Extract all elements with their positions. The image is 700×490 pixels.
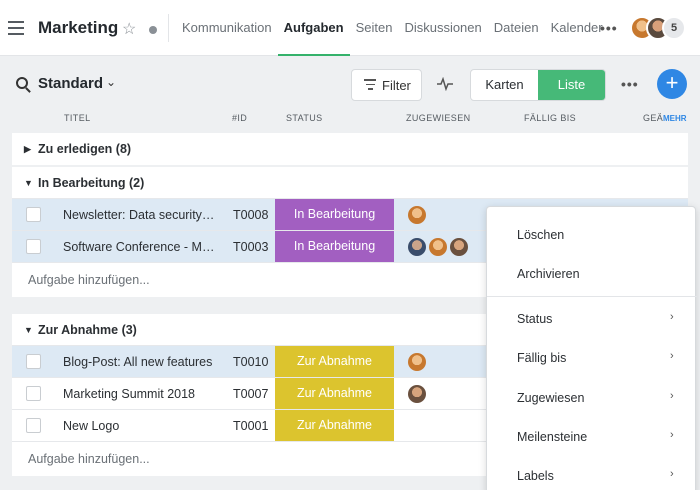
task-id: T0008	[233, 208, 269, 222]
chevron-right-icon: ›	[670, 468, 674, 480]
chevron-right-icon: ›	[670, 350, 674, 362]
column-header-faellig[interactable]: FÄLLIG BIS	[524, 113, 576, 123]
task-title[interactable]: Newsletter: Data security…	[63, 208, 218, 222]
task-title[interactable]: New Logo	[63, 419, 218, 433]
row-checkbox[interactable]	[26, 207, 41, 222]
status-badge[interactable]: In Bearbeitung	[275, 199, 394, 230]
member-count-badge: 5	[662, 16, 686, 40]
row-checkbox[interactable]	[26, 239, 41, 254]
divider	[168, 14, 169, 42]
menu-item-zugewiesen[interactable]: Zugewiesen	[517, 391, 584, 405]
expanded-triangle-icon: ▼	[24, 178, 33, 188]
menu-divider	[487, 296, 697, 297]
filter-label: Filter	[382, 78, 411, 93]
chevron-right-icon: ›	[670, 311, 674, 323]
group-header[interactable]: ▶ Zu erledigen (8)	[12, 133, 688, 165]
more-columns-link[interactable]: MEHR	[663, 114, 687, 123]
more-options-icon[interactable]: •••	[621, 76, 639, 92]
status-dot-icon	[149, 26, 157, 34]
tab-diskussionen[interactable]: Diskussionen	[398, 0, 487, 56]
avatar	[429, 238, 447, 256]
task-id: T0001	[233, 419, 269, 433]
filter-icon	[364, 79, 376, 93]
menu-item-archivieren[interactable]: Archivieren	[517, 267, 580, 281]
task-title[interactable]: Software Conference - M…	[63, 240, 218, 254]
group-label: Zu erledigen (8)	[38, 142, 132, 156]
tab-aufgaben[interactable]: Aufgaben	[277, 0, 350, 56]
view-mode-liste[interactable]: Liste	[538, 70, 605, 100]
menu-item-loeschen[interactable]: Löschen	[517, 228, 564, 242]
add-task-button[interactable]: +	[657, 69, 687, 99]
row-checkbox[interactable]	[26, 386, 41, 401]
context-menu: Löschen Archivieren Status › Fällig bis …	[486, 206, 697, 490]
task-title[interactable]: Marketing Summit 2018	[63, 387, 218, 401]
hamburger-menu-icon[interactable]	[8, 21, 24, 35]
chevron-down-icon[interactable]: ⌄	[106, 75, 116, 89]
avatar	[408, 238, 426, 256]
avatar	[450, 238, 468, 256]
tab-seiten[interactable]: Seiten	[350, 0, 399, 56]
more-tabs-icon[interactable]: •••	[600, 20, 618, 36]
view-mode-switch: Karten Liste	[470, 69, 606, 101]
tab-dateien[interactable]: Dateien	[488, 0, 545, 56]
search-icon[interactable]	[16, 77, 28, 89]
row-checkbox[interactable]	[26, 354, 41, 369]
status-badge[interactable]: Zur Abnahme	[275, 378, 394, 409]
filter-button[interactable]: Filter	[351, 69, 422, 101]
avatar	[408, 353, 426, 371]
group-label: Zur Abnahme (3)	[38, 323, 137, 337]
expanded-triangle-icon: ▼	[24, 325, 33, 335]
menu-item-status[interactable]: Status	[517, 312, 552, 326]
column-header-status[interactable]: STATUS	[286, 113, 323, 123]
column-header-zugewiesen[interactable]: ZUGEWIESEN	[406, 113, 471, 123]
chevron-right-icon: ›	[670, 390, 674, 402]
task-id: T0010	[233, 355, 269, 369]
group-zu-erledigen: ▶ Zu erledigen (8)	[12, 133, 688, 165]
menu-item-meilensteine[interactable]: Meilensteine	[517, 430, 587, 444]
view-mode-karten[interactable]: Karten	[471, 70, 538, 100]
status-badge[interactable]: Zur Abnahme	[275, 346, 394, 377]
project-tabs: Kommunikation Aufgaben Seiten Diskussion…	[176, 0, 609, 56]
menu-item-labels[interactable]: Labels	[517, 469, 554, 483]
status-badge[interactable]: Zur Abnahme	[275, 410, 394, 441]
row-checkbox[interactable]	[26, 418, 41, 433]
chevron-right-icon: ›	[670, 429, 674, 441]
member-avatars[interactable]: 5	[630, 16, 686, 40]
column-header-gea[interactable]: GEÄ	[643, 113, 663, 123]
group-header[interactable]: ▼ In Bearbeitung (2)	[12, 167, 688, 199]
tab-kommunikation[interactable]: Kommunikation	[176, 0, 278, 56]
collapsed-triangle-icon: ▶	[24, 144, 31, 154]
activity-icon[interactable]	[437, 77, 453, 91]
task-id: T0003	[233, 240, 269, 254]
task-title[interactable]: Blog-Post: All new features	[63, 355, 218, 369]
column-header-id[interactable]: #ID	[232, 113, 247, 123]
avatar	[408, 206, 426, 224]
avatar	[408, 385, 426, 403]
top-bar: Marketing ☆ Kommunikation Aufgaben Seite…	[0, 0, 700, 56]
toolbar: Standard ⌄ Filter Karten Liste ••• +	[0, 56, 700, 112]
project-title: Marketing	[38, 18, 119, 37]
task-id: T0007	[233, 387, 269, 401]
group-label: In Bearbeitung (2)	[38, 176, 145, 190]
view-select[interactable]: Standard	[38, 75, 103, 92]
star-icon[interactable]: ☆	[122, 19, 136, 39]
menu-item-faellig-bis[interactable]: Fällig bis	[517, 351, 566, 365]
column-header-titel[interactable]: TITEL	[64, 113, 91, 123]
status-badge[interactable]: In Bearbeitung	[275, 231, 394, 262]
